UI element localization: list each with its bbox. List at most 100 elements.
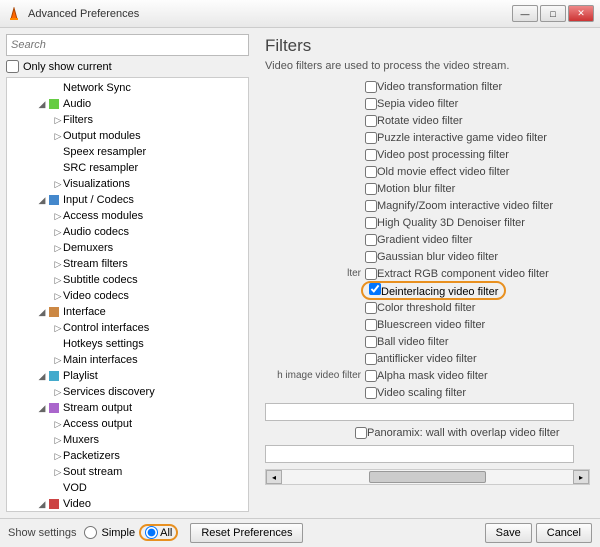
filter-checkbox[interactable] [365, 217, 377, 229]
tree-item[interactable]: ▷Muxers [9, 432, 246, 448]
filter-label: antiflicker video filter [377, 353, 477, 365]
tree-item[interactable]: ▷Subtitle codecs [9, 272, 246, 288]
filter-textbox-1[interactable] [265, 403, 574, 421]
tree-item[interactable]: SRC resampler [9, 160, 246, 176]
tree-item-label: Main interfaces [63, 354, 138, 366]
filter-textbox-2[interactable] [265, 445, 574, 463]
filter-checkbox[interactable] [365, 302, 377, 314]
filter-label: High Quality 3D Denoiser filter [377, 217, 525, 229]
out-icon [47, 401, 61, 415]
filter-row: Bluescreen video filter [265, 316, 590, 333]
cancel-button[interactable]: Cancel [536, 523, 592, 543]
filter-checkbox[interactable] [365, 370, 377, 382]
tree-item[interactable]: ▷Audio codecs [9, 224, 246, 240]
tree-item[interactable]: ◢Playlist [9, 368, 246, 384]
horizontal-scrollbar[interactable]: ◂ ▸ [265, 469, 590, 485]
tree-item[interactable]: Speex resampler [9, 144, 246, 160]
tree-twisty-icon: ▷ [53, 451, 63, 462]
simple-radio[interactable] [84, 526, 97, 539]
tree-twisty-icon: ◢ [37, 499, 47, 510]
tree-item-label: Output modules [63, 130, 141, 142]
tree-item[interactable]: ▷Access modules [9, 208, 246, 224]
only-show-current-checkbox[interactable] [6, 60, 19, 73]
maximize-button[interactable]: □ [540, 5, 566, 22]
tree-item-label: Input / Codecs [63, 194, 134, 206]
filter-checkbox[interactable] [365, 336, 377, 348]
filter-label: Old movie effect video filter [377, 166, 509, 178]
tree-item[interactable]: ▷Visualizations [9, 176, 246, 192]
scroll-left-button[interactable]: ◂ [266, 470, 282, 484]
panoramix-label: Panoramix: wall with overlap video filte… [367, 427, 560, 439]
filter-checkbox[interactable] [365, 132, 377, 144]
tree-item[interactable]: VOD [9, 480, 246, 496]
panoramix-checkbox[interactable] [355, 427, 367, 439]
filter-checkbox[interactable] [365, 115, 377, 127]
filter-checkbox[interactable] [369, 283, 381, 295]
tree-item[interactable]: ◢Video [9, 496, 246, 512]
tree-item[interactable]: ▷Main interfaces [9, 352, 246, 368]
tree-item[interactable]: ▷Control interfaces [9, 320, 246, 336]
tree-item[interactable]: ▷Video codecs [9, 288, 246, 304]
tree-item-label: Hotkeys settings [63, 338, 144, 350]
filter-checkbox[interactable] [365, 268, 377, 280]
close-button[interactable]: ✕ [568, 5, 594, 22]
tree-item[interactable]: ▷Sout stream [9, 464, 246, 480]
filter-label: Rotate video filter [377, 115, 463, 127]
filter-label: Video post processing filter [377, 149, 509, 161]
tree-item-label: Subtitle codecs [63, 274, 138, 286]
filter-checkbox[interactable] [365, 183, 377, 195]
filter-label: Video transformation filter [377, 81, 502, 93]
tree-view[interactable]: Network Sync◢Audio▷Filters▷Output module… [6, 77, 249, 512]
tree-item-label: Audio [63, 98, 91, 110]
filter-row: Gaussian blur video filter [265, 248, 590, 265]
filter-checkbox[interactable] [365, 200, 377, 212]
filter-checkbox[interactable] [365, 387, 377, 399]
filter-row: Video transformation filter [265, 78, 590, 95]
tree-item[interactable]: ▷Stream filters [9, 256, 246, 272]
tree-item[interactable]: Network Sync [9, 80, 246, 96]
search-input[interactable] [6, 34, 249, 56]
tree-item[interactable]: ▷Filters [9, 112, 246, 128]
tree-item[interactable]: ◢Input / Codecs [9, 192, 246, 208]
tree-item[interactable]: ◢Interface [9, 304, 246, 320]
tree-item[interactable]: Hotkeys settings [9, 336, 246, 352]
filter-row: Video post processing filter [265, 146, 590, 163]
filter-checkbox[interactable] [365, 81, 377, 93]
tree-twisty-icon: ▷ [53, 275, 63, 286]
tree-twisty-icon: ◢ [37, 307, 47, 318]
filter-checkbox[interactable] [365, 234, 377, 246]
reset-preferences-button[interactable]: Reset Preferences [190, 523, 303, 543]
filter-list: Video transformation filterSepia video f… [265, 78, 590, 401]
tree-item-label: Packetizers [63, 450, 120, 462]
tree-twisty-icon: ▷ [53, 115, 63, 126]
tree-item[interactable]: ▷Access output [9, 416, 246, 432]
scroll-right-button[interactable]: ▸ [573, 470, 589, 484]
tree-item-label: Muxers [63, 434, 99, 446]
filter-checkbox[interactable] [365, 319, 377, 331]
tree-item[interactable]: ▷Output modules [9, 128, 246, 144]
filter-checkbox[interactable] [365, 166, 377, 178]
window-title: Advanced Preferences [28, 8, 512, 20]
tree-item-label: Access output [63, 418, 132, 430]
tree-twisty-icon: ▷ [53, 419, 63, 430]
tree-item[interactable]: ▷Demuxers [9, 240, 246, 256]
save-button[interactable]: Save [485, 523, 532, 543]
filter-label: Gaussian blur video filter [377, 251, 498, 263]
filter-checkbox[interactable] [365, 251, 377, 263]
tree-twisty-icon: ▷ [53, 131, 63, 142]
simple-label: Simple [101, 527, 135, 539]
scroll-thumb[interactable] [369, 471, 485, 483]
filter-row: Color threshold filter [265, 299, 590, 316]
tree-item[interactable]: ▷Services discovery [9, 384, 246, 400]
all-radio[interactable] [145, 526, 158, 539]
filter-checkbox[interactable] [365, 353, 377, 365]
tree-item[interactable]: ◢Stream output [9, 400, 246, 416]
filter-checkbox[interactable] [365, 149, 377, 161]
tree-twisty-icon: ▷ [53, 179, 63, 190]
left-pane: Only show current Network Sync◢Audio▷Fil… [0, 28, 255, 518]
tree-item[interactable]: ▷Packetizers [9, 448, 246, 464]
tree-item[interactable]: ◢Audio [9, 96, 246, 112]
filter-checkbox[interactable] [365, 98, 377, 110]
minimize-button[interactable]: — [512, 5, 538, 22]
scroll-track[interactable] [282, 470, 573, 484]
